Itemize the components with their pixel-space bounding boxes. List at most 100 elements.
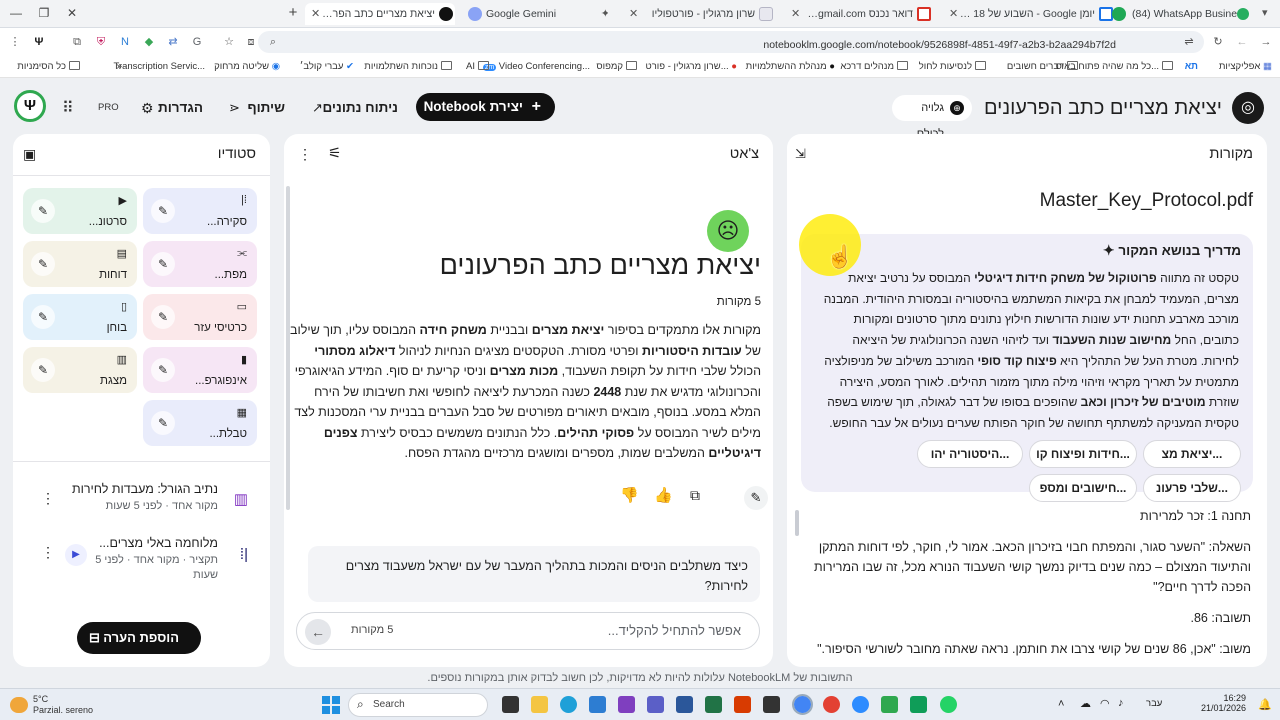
volume-icon[interactable]: ♪ <box>1118 697 1124 709</box>
thumbs-down-icon[interactable]: 👎 <box>620 486 639 504</box>
site-settings-icon[interactable]: ⇌ <box>1182 35 1196 49</box>
chat-settings-icon[interactable]: ⚟ <box>328 144 341 162</box>
studio-tool-card[interactable]: ▶ סרטונ... ✎ <box>23 188 137 234</box>
bookmark-campus[interactable]: קמפוס <box>596 56 637 78</box>
avatar[interactable]: Ψ <box>14 90 46 122</box>
create-notebook-button[interactable]: + יצירת Notebook <box>416 93 555 121</box>
bookmark-travel[interactable]: לנסיעות לחול <box>919 56 986 78</box>
studio-tool-card[interactable]: ▯ בוחן ✎ <box>23 294 137 340</box>
extension-translate-icon[interactable]: ⇄ <box>166 35 180 49</box>
bookmark-transcription[interactable]: Transcription Servic... <box>113 56 205 78</box>
public-share-button[interactable]: גלויה לכולם ⊕ <box>892 95 972 140</box>
taskbar-search[interactable]: ⌕ Search <box>348 693 488 717</box>
studio-tool-card[interactable]: ▤ דוחות ✎ <box>23 241 137 287</box>
pin-note-icon[interactable]: ✎ <box>744 486 768 510</box>
scrollbar-thumb[interactable] <box>795 510 799 536</box>
thumbs-up-icon[interactable]: 👍 <box>654 486 673 504</box>
send-arrow-icon[interactable]: ← <box>305 619 331 645</box>
apps-grid-icon[interactable]: ⠿ <box>62 98 74 118</box>
suggested-question[interactable]: כיצד משתלבים הניסים והמכות בתהליך המעבר … <box>308 546 760 602</box>
bookmark-attendance[interactable]: נוכחות השתלמויות <box>364 56 452 78</box>
bookmark-portfolio[interactable]: שרון מרגולין - פורט... ● <box>646 56 737 78</box>
topic-chip[interactable]: יציאת מצ... <box>1143 440 1241 468</box>
note-options-icon[interactable]: ⋮ <box>41 490 55 507</box>
topic-chip[interactable]: חידות ופיצוח קו... <box>1029 440 1137 468</box>
edit-pencil-icon[interactable]: ✎ <box>151 252 175 276</box>
studio-tool-card[interactable]: ▭ כרטיסי עזר ✎ <box>143 294 257 340</box>
bookmarks-overflow-icon[interactable]: » <box>116 56 122 78</box>
word-icon[interactable] <box>676 696 693 713</box>
bookmark-ai[interactable]: AI <box>466 56 489 78</box>
bookmark-important[interactable]: דברים חשובים <box>1007 56 1078 78</box>
note-item[interactable]: נתיב הגורל: מעבדות לחירות מקור אחד · לפנ… <box>13 480 270 520</box>
analytics-button[interactable]: ניתוח נתונים ↗ <box>312 94 398 122</box>
edit-pencil-icon[interactable]: ✎ <box>31 252 55 276</box>
tab-portfolio[interactable]: ✕ שרון מרגולין - פורטפוליו <box>625 3 775 25</box>
close-window-icon[interactable]: ✕ <box>62 4 82 22</box>
close-tab-icon[interactable]: ✕ <box>791 3 800 25</box>
restore-window-icon[interactable]: ❐ <box>34 4 54 22</box>
menu-dots-icon[interactable]: ⋮ <box>8 35 22 49</box>
weather-temp[interactable]: 5°C <box>33 694 48 704</box>
windows-start-icon[interactable] <box>322 696 340 714</box>
classroom-icon[interactable] <box>881 696 898 713</box>
edit-pencil-icon[interactable]: ✎ <box>151 199 175 223</box>
edit-pencil-icon[interactable]: ✎ <box>31 199 55 223</box>
weather-desc[interactable]: Parzial. sereno <box>33 705 93 715</box>
tab-whatsapp[interactable]: (84) WhatsApp Business <box>1110 3 1250 25</box>
bookmark-apps[interactable]: אפליקציות ▦ <box>1219 56 1272 78</box>
extension-shield-icon[interactable]: ⛨ <box>94 35 108 49</box>
minimize-window-icon[interactable]: — <box>6 4 26 22</box>
zoom-icon[interactable] <box>852 696 869 713</box>
tab-gemini[interactable]: Google Gemini ✦ <box>466 3 608 25</box>
bookmark-star-icon[interactable]: ☆ <box>222 35 236 49</box>
tab-calendar[interactable]: ✕ יומן Google - השבוע של 18 בינו... <box>945 3 1115 25</box>
bookmark-video-conferencing[interactable]: zm Video Conferencing... <box>482 56 590 78</box>
chrome-icon[interactable] <box>792 694 813 715</box>
bookmark-ivri-kolav[interactable]: עברי קולב׳ ✔ <box>300 56 354 78</box>
bookmark-all-bookmarks[interactable]: כל הסימניות <box>17 56 80 78</box>
topic-chip[interactable]: שלבי פרעונ... <box>1143 474 1241 502</box>
forward-icon[interactable]: ← <box>1235 35 1249 49</box>
edge-icon[interactable] <box>560 696 577 713</box>
url-bar[interactable]: ☆ ⧈ ⌕ notebooklm.google.com/notebook/952… <box>224 31 1204 53</box>
extension-g-icon[interactable]: G <box>190 35 204 49</box>
file-explorer-icon[interactable] <box>531 696 548 713</box>
notifications-icon[interactable]: 🔔 <box>1258 698 1272 711</box>
reload-icon[interactable]: ↻ <box>1211 35 1225 49</box>
install-app-icon[interactable]: ⧈ <box>244 35 258 49</box>
edit-pencil-icon[interactable]: ✎ <box>151 358 175 382</box>
studio-tool-card[interactable]: ▦ טבלת... ✎ <box>143 400 257 446</box>
notebook-title[interactable]: יציאת מצריים כתב הפרעונים <box>984 94 1222 122</box>
tray-network-icon[interactable]: ☁ <box>1080 697 1091 710</box>
extension-diamond-icon[interactable]: ◆ <box>142 35 156 49</box>
bookmark-training-admin[interactable]: מנהלת ההשתלמויות ● <box>746 56 835 78</box>
collapse-panel-icon[interactable]: ⇲ <box>795 146 806 162</box>
extensions-icon[interactable]: ⧉ <box>70 35 84 49</box>
copy-icon[interactable]: ⧉ <box>690 487 700 504</box>
app-icon[interactable] <box>618 696 635 713</box>
edit-pencil-icon[interactable]: ✎ <box>31 358 55 382</box>
topic-chip[interactable]: היסטוריה יהו... <box>917 440 1023 468</box>
language-indicator[interactable]: עבר <box>1146 698 1162 709</box>
notebooklm-logo-icon[interactable]: ◎ <box>1232 92 1264 124</box>
settings-button[interactable]: הגדרות ⚙ <box>141 94 203 122</box>
share-button[interactable]: שיתוף ⋖ <box>229 94 285 122</box>
bookmark-remote-control[interactable]: שליטה מרחוק ◉ <box>214 56 280 78</box>
topic-chip[interactable]: חישובים ומספ... <box>1029 474 1137 502</box>
edit-pencil-icon[interactable]: ✎ <box>151 411 175 435</box>
chat-options-icon[interactable]: ⋮ <box>298 146 312 163</box>
task-view-icon[interactable] <box>502 696 519 713</box>
note-options-icon[interactable]: ⋮ <box>41 544 55 561</box>
chrome-profile-icon[interactable] <box>823 696 840 713</box>
edit-pencil-icon[interactable]: ✎ <box>151 305 175 329</box>
close-tab-icon[interactable]: ✕ <box>629 3 638 25</box>
excel-icon[interactable] <box>705 696 722 713</box>
tray-chevron-icon[interactable]: ˄ <box>1058 698 1064 710</box>
search-lens-icon[interactable]: ⌕ <box>266 35 280 49</box>
bookmark-managers[interactable]: מנהלים דרכא <box>840 56 908 78</box>
studio-tool-card[interactable]: ▥ מצגת ✎ <box>23 347 137 393</box>
back-icon[interactable]: → <box>1259 35 1273 49</box>
edit-pencil-icon[interactable]: ✎ <box>31 305 55 329</box>
close-tab-icon[interactable]: ✕ <box>949 3 958 25</box>
